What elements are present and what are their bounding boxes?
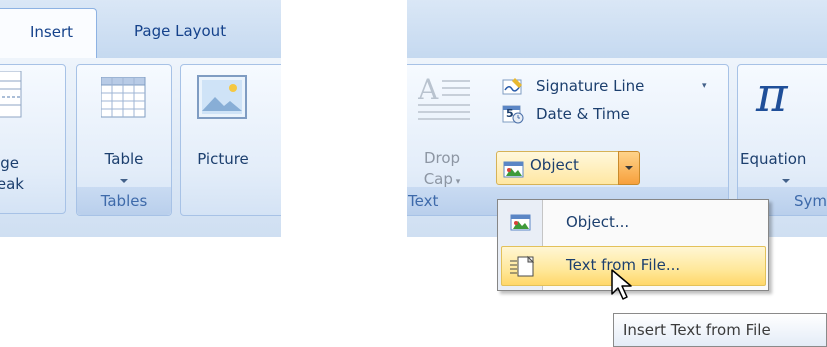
svg-text:A: A — [418, 73, 439, 106]
tables-group: Table Tables — [76, 64, 172, 216]
date-time-label: Date & Time — [536, 105, 630, 123]
equation-button[interactable]: Equation — [738, 149, 827, 170]
tab-insert-label: Insert — [30, 23, 74, 41]
table-dropdown-arrow-icon[interactable] — [120, 179, 128, 183]
signature-line-icon — [502, 78, 522, 95]
drop-cap-label-1: Drop — [423, 149, 461, 167]
signature-line-dropdown-icon[interactable]: ▾ — [702, 73, 707, 99]
ribbon-tab-strip-right — [407, 0, 827, 58]
object-dropdown-toggle[interactable] — [618, 151, 640, 185]
page-break-button[interactable]: age reak — [0, 153, 51, 195]
page-break-label-2: reak — [0, 175, 24, 193]
object-icon — [510, 214, 531, 231]
page-break-label-1: age — [0, 154, 19, 172]
menu-item-object[interactable]: Object... — [501, 203, 764, 241]
object-dropdown-arrow-icon — [625, 166, 633, 170]
pages-group: age reak — [0, 64, 66, 214]
tab-page-layout[interactable]: Page Layout — [134, 22, 226, 40]
object-icon — [503, 161, 524, 178]
date-icon-number: 5 — [506, 107, 514, 120]
symbols-group: π Equation Sym — [737, 64, 827, 216]
left-ribbon-crop: Insert Page Layout age reak — [0, 0, 281, 237]
menu-item-object-label: Object... — [566, 213, 630, 231]
text-group: A Drop Cap ▾ Signature Line ▾ 5 Date & T… — [407, 64, 729, 216]
page-break-icon — [0, 71, 22, 118]
picture-icon — [197, 75, 247, 119]
tab-insert[interactable]: Insert — [0, 8, 97, 61]
text-file-icon — [510, 255, 535, 277]
object-split-button[interactable]: Object — [496, 151, 642, 185]
signature-line-label: Signature Line — [536, 77, 645, 95]
object-button[interactable]: Object — [496, 151, 620, 185]
tooltip: Insert Text from File — [613, 313, 827, 347]
mouse-cursor-icon — [611, 269, 632, 300]
equation-dropdown-arrow-icon[interactable] — [782, 179, 790, 183]
illustrations-group: Picture — [180, 64, 281, 216]
ribbon-body: age reak Table Tables — [0, 58, 281, 237]
object-label: Object — [530, 156, 579, 174]
drop-cap-icon: A — [418, 73, 470, 120]
picture-button[interactable]: Picture — [181, 149, 265, 170]
tables-group-label: Tables — [77, 187, 171, 215]
table-button[interactable]: Table — [77, 149, 171, 170]
table-icon — [101, 77, 146, 118]
equation-pi-icon: π — [756, 67, 788, 123]
